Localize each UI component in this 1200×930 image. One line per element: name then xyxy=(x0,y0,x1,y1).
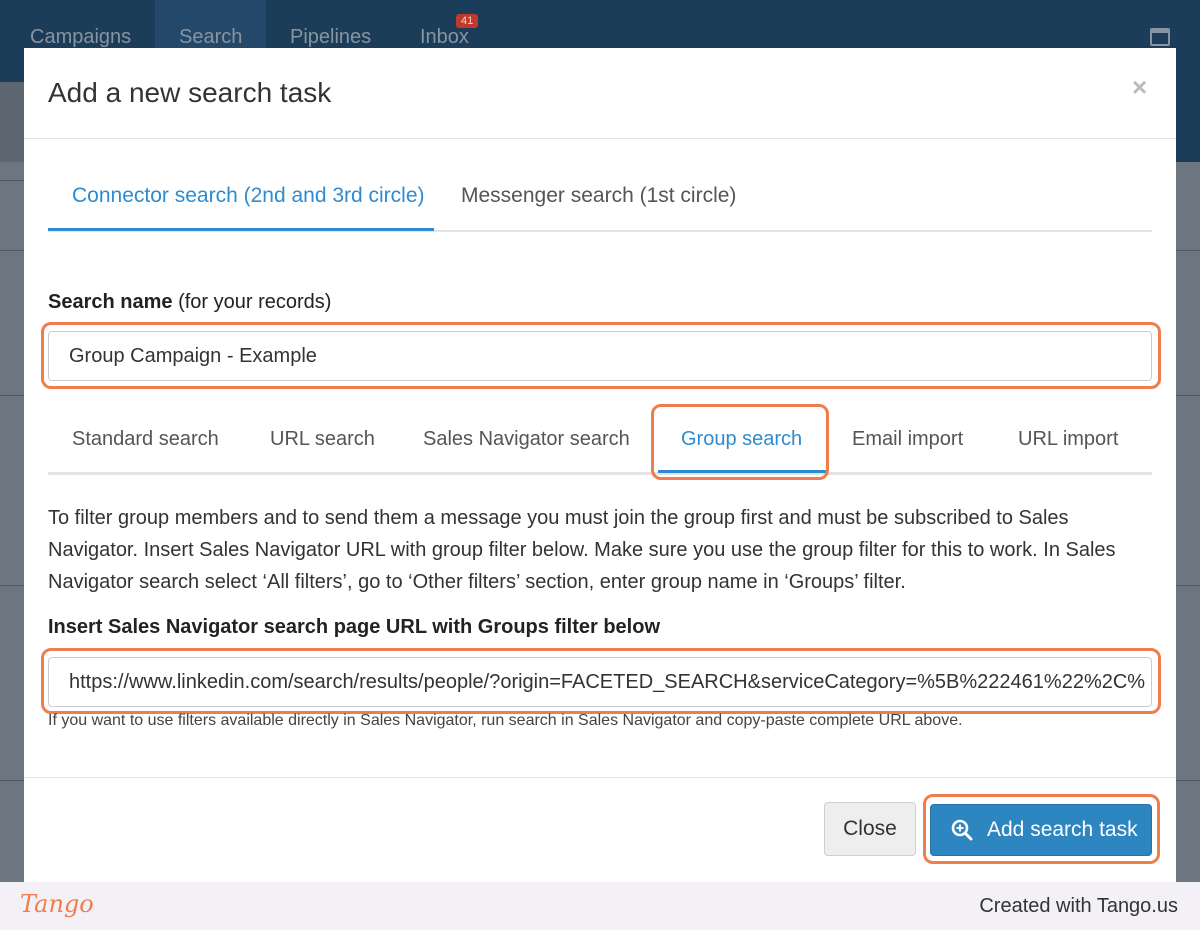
tab-email-import[interactable]: Email import xyxy=(852,428,963,451)
url-field-label: Insert Sales Navigator search page URL w… xyxy=(48,616,661,638)
app-subbar-edge xyxy=(1176,82,1200,162)
tab-url-search[interactable]: URL search xyxy=(270,428,375,451)
nav-inbox[interactable]: Inbox xyxy=(420,26,469,49)
tango-credit: Created with Tango.us xyxy=(979,895,1178,917)
sales-navigator-url-input[interactable]: https://www.linkedin.com/search/results/… xyxy=(48,657,1152,707)
tab-standard-search[interactable]: Standard search xyxy=(72,428,219,451)
calendar-icon[interactable] xyxy=(1150,28,1170,46)
modal-header: Add a new search task × xyxy=(24,48,1176,139)
tango-footer: Tango Created with Tango.us xyxy=(0,882,1200,930)
tab-connector-search[interactable]: Connector search (2nd and 3rd circle) xyxy=(72,184,425,208)
tab-sales-navigator-search[interactable]: Sales Navigator search xyxy=(423,428,630,451)
tab-messenger-search[interactable]: Messenger search (1st circle) xyxy=(461,184,736,208)
zoom-in-icon xyxy=(951,819,973,841)
search-type-tabs: Connector search (2nd and 3rd circle) Me… xyxy=(48,180,1152,232)
search-method-tabs: Standard search URL search Sales Navigat… xyxy=(48,412,1152,475)
bg-divider xyxy=(1176,250,1200,251)
close-icon[interactable]: × xyxy=(1132,72,1147,103)
nav-campaigns[interactable]: Campaigns xyxy=(30,26,131,49)
url-help-text: If you want to use filters available dir… xyxy=(48,712,963,729)
add-search-task-modal: Add a new search task × Connector search… xyxy=(24,48,1176,882)
nav-pipelines[interactable]: Pipelines xyxy=(290,26,371,49)
group-search-instructions: To filter group members and to send them… xyxy=(48,507,1116,593)
bg-divider xyxy=(1176,585,1200,586)
modal-title: Add a new search task xyxy=(48,77,332,108)
search-name-label-note: (for your records) xyxy=(178,291,332,313)
tab-group-search[interactable]: Group search xyxy=(681,428,802,451)
tab-url-import[interactable]: URL import xyxy=(1018,428,1118,451)
bg-divider xyxy=(0,585,24,586)
add-search-task-label: Add search task xyxy=(987,818,1138,841)
bg-divider xyxy=(1176,780,1200,781)
search-name-label: Search name (for your records) xyxy=(48,291,331,314)
add-search-task-button[interactable]: Add search task xyxy=(930,804,1152,856)
bg-divider xyxy=(0,395,24,396)
inbox-count-badge: 41 xyxy=(456,14,479,28)
bg-divider xyxy=(1176,395,1200,396)
active-tab-indicator xyxy=(48,228,434,231)
search-name-input[interactable]: Group Campaign - Example xyxy=(48,331,1152,381)
bg-divider xyxy=(0,180,24,181)
bg-divider xyxy=(0,250,24,251)
search-name-label-bold: Search name xyxy=(48,291,173,313)
active-subtab-indicator xyxy=(658,470,828,473)
tango-logo: Tango xyxy=(20,890,94,918)
close-button[interactable]: Close xyxy=(824,802,916,856)
bg-divider xyxy=(0,780,24,781)
